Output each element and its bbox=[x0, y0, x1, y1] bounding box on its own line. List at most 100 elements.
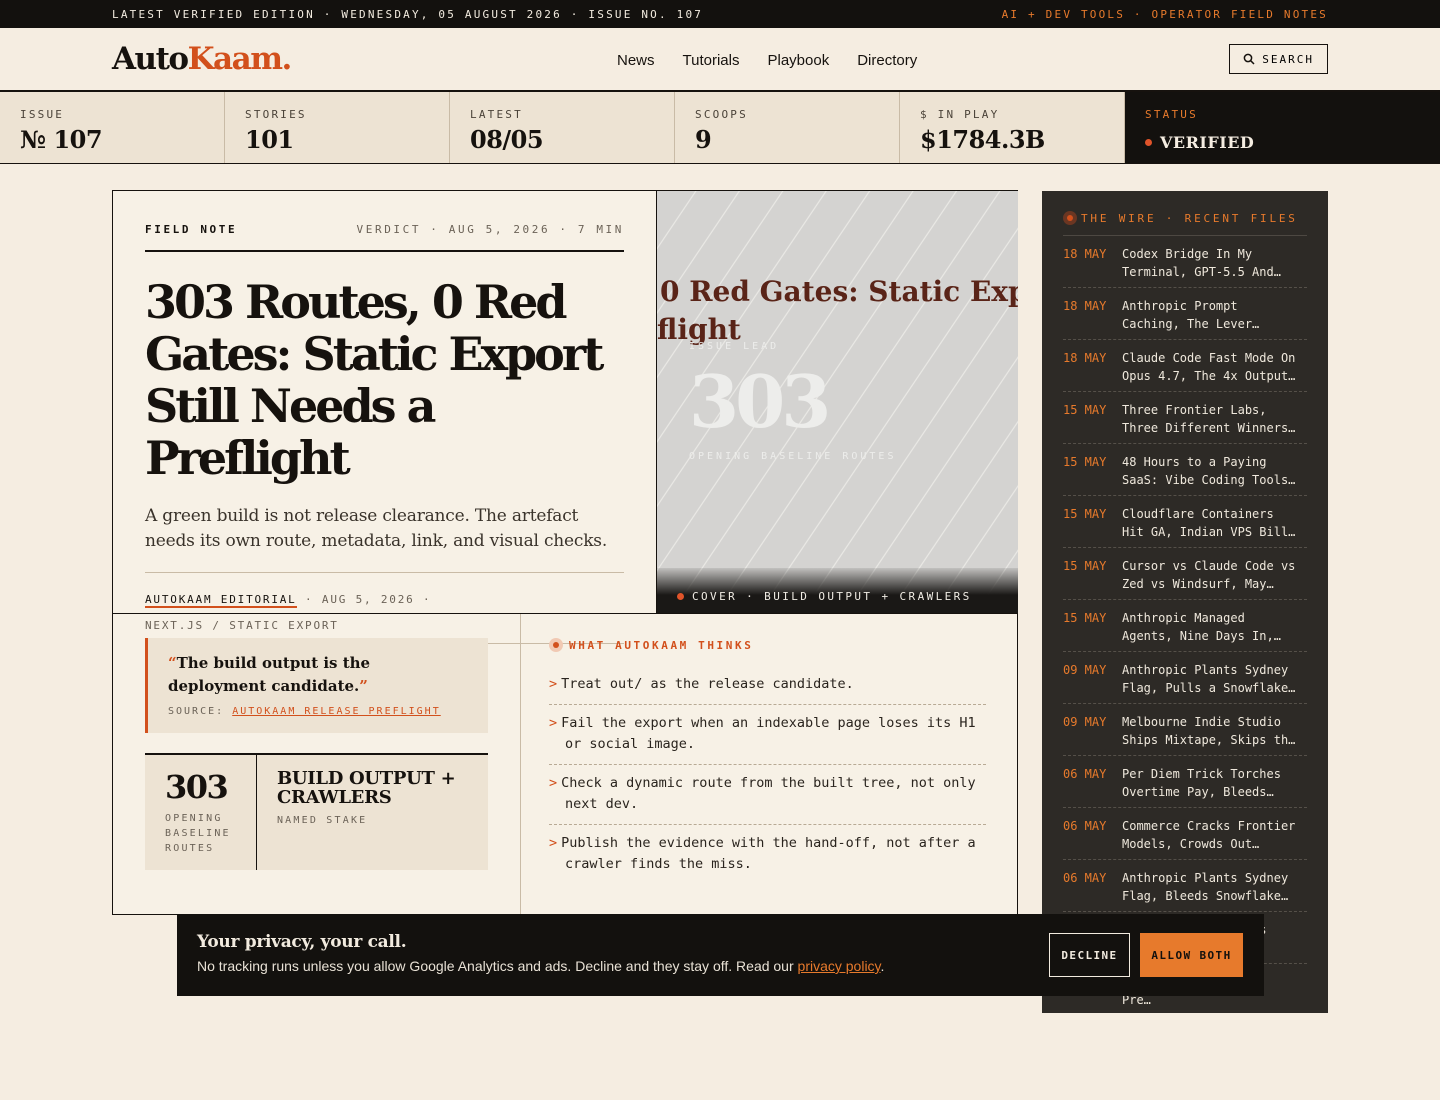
search-label: SEARCH bbox=[1262, 52, 1314, 66]
lead-story-card: FIELD NOTE VERDICT · AUG 5, 2026 · 7 MIN… bbox=[112, 190, 1018, 916]
pull-quote: “The build output is the deployment cand… bbox=[145, 638, 488, 733]
quote-close-mark: ” bbox=[359, 677, 368, 695]
figure-routes: 303 OPENING BASELINE ROUTES bbox=[145, 755, 257, 870]
wire-item[interactable]: 09 MAY Melbourne Indie Studio Ships Mixta… bbox=[1063, 704, 1307, 756]
list-item-text: Check a dynamic route from the built tre… bbox=[561, 775, 976, 812]
quote-body: The build output is the deployment candi… bbox=[168, 654, 371, 695]
search-button[interactable]: SEARCH bbox=[1229, 44, 1328, 74]
wire-item-title: Anthropic Managed Agents, Nine Days In,… bbox=[1122, 611, 1281, 643]
wire-heading: THE WIRE · RECENT FILES bbox=[1063, 211, 1307, 236]
quote-text: “The build output is the deployment cand… bbox=[168, 652, 468, 698]
search-icon bbox=[1243, 53, 1255, 65]
list-item: > Check a dynamic route from the built tr… bbox=[549, 765, 986, 825]
stat-issue: ISSUE № 107 bbox=[0, 92, 225, 163]
wire-item-title: Melbourne Indie Studio Ships Mixtape, Sk… bbox=[1122, 715, 1296, 747]
stat-latest: LATEST 08/05 bbox=[450, 92, 675, 163]
edition-strip: LATEST VERIFIED EDITION · WEDNESDAY, 05 … bbox=[0, 0, 1440, 28]
story-headline[interactable]: 303 Routes, 0 Red Gates: Static Export S… bbox=[145, 276, 624, 484]
nav-directory[interactable]: Directory bbox=[857, 52, 917, 69]
stat-label: LATEST bbox=[470, 108, 523, 121]
figure-stake: BUILD OUTPUT + CRAWLERS NAMED STAKE bbox=[257, 755, 488, 870]
privacy-policy-link[interactable]: privacy policy bbox=[798, 958, 881, 974]
wire-item[interactable]: 06 MAY Per Diem Trick Torches Overtime Pa… bbox=[1063, 756, 1307, 808]
wire-title: THE WIRE · RECENT FILES bbox=[1081, 211, 1298, 225]
edition-info: LATEST VERIFIED EDITION · WEDNESDAY, 05 … bbox=[112, 7, 704, 21]
thinks-title: WHAT AUTOKAAM THINKS bbox=[569, 638, 754, 652]
wire-item[interactable]: 15 MAY Anthropic Managed Agents, Nine Day… bbox=[1063, 600, 1307, 652]
cover-title-line: 0 Red Gates: Static Expo bbox=[660, 275, 1018, 308]
nav-tutorials[interactable]: Tutorials bbox=[683, 52, 740, 69]
wire-item-date: 15 MAY bbox=[1063, 559, 1107, 573]
story-kicker: FIELD NOTE bbox=[145, 223, 238, 236]
wire-item-title: Anthropic Plants Sydney Flag, Bleeds Sno… bbox=[1122, 871, 1289, 903]
wire-item[interactable]: 18 MAY Anthropic Prompt Caching, The Leve… bbox=[1063, 288, 1307, 340]
wire-item-title: Claude Code Fast Mode On Opus 4.7, The 4… bbox=[1122, 351, 1296, 383]
cookie-end: . bbox=[880, 958, 885, 974]
bullet-dot-icon bbox=[549, 638, 563, 652]
wire-item-date: 15 MAY bbox=[1063, 507, 1107, 521]
figure-caption: NAMED STAKE bbox=[276, 815, 368, 826]
thinks-heading: WHAT AUTOKAAM THINKS bbox=[549, 638, 986, 652]
list-item-text: Publish the evidence with the hand-off, … bbox=[561, 835, 976, 872]
lead-meta: FIELD NOTE VERDICT · AUG 5, 2026 · 7 MIN bbox=[145, 223, 624, 252]
status-dot-icon bbox=[1145, 139, 1152, 146]
stat-in-play: $ IN PLAY $1784.3B bbox=[900, 92, 1125, 163]
chevron-right-icon: > bbox=[549, 835, 558, 851]
wire-item[interactable]: 09 MAY Anthropic Plants Sydney Flag, Pull… bbox=[1063, 652, 1307, 704]
decline-button[interactable]: DECLINE bbox=[1049, 933, 1130, 977]
wire-item-date: 18 MAY bbox=[1063, 351, 1107, 365]
wire-item[interactable]: 18 MAY Codex Bridge In My Terminal, GPT-5… bbox=[1063, 236, 1307, 288]
wire-item-title: 48 Hours to a Paying SaaS: Vibe Coding T… bbox=[1122, 455, 1296, 487]
stat-status: STATUS VERIFIED bbox=[1125, 92, 1440, 163]
stat-stories: STORIES 101 bbox=[225, 92, 450, 163]
wire-item[interactable]: 18 MAY Claude Code Fast Mode On Opus 4.7,… bbox=[1063, 340, 1307, 392]
list-item: > Treat out/ as the release candidate. bbox=[549, 666, 986, 705]
stat-scoops: SCOOPS 9 bbox=[675, 92, 900, 163]
wire-item-date: 06 MAY bbox=[1063, 871, 1107, 885]
section-tagline: AI + DEV TOOLS · OPERATOR FIELD NOTES bbox=[1001, 7, 1328, 21]
wire-item[interactable]: 06 MAY Anthropic Plants Sydney Flag, Blee… bbox=[1063, 860, 1307, 912]
chevron-right-icon: > bbox=[549, 676, 558, 692]
cookie-body: No tracking runs unless you allow Google… bbox=[197, 958, 798, 974]
nav-playbook[interactable]: Playbook bbox=[767, 52, 829, 69]
story-details: “The build output is the deployment cand… bbox=[113, 613, 1018, 916]
wire-item-date: 15 MAY bbox=[1063, 611, 1107, 625]
stat-label: STATUS bbox=[1145, 108, 1198, 121]
wire-item[interactable]: 15 MAY Cursor vs Claude Code vs Zed vs Wi… bbox=[1063, 548, 1307, 600]
thinks-column: WHAT AUTOKAAM THINKS > Treat out/ as the … bbox=[521, 614, 1018, 884]
figure-value: BUILD OUTPUT + CRAWLERS bbox=[276, 768, 456, 808]
wire-item-title: Codex Bridge In My Terminal, GPT-5.5 And… bbox=[1122, 247, 1281, 279]
quote-open-mark: “ bbox=[168, 654, 177, 672]
stat-value: 101 bbox=[245, 125, 294, 154]
source-link[interactable]: AUTOKAAM RELEASE PREFLIGHT bbox=[232, 706, 441, 717]
wire-item[interactable]: 06 MAY Commerce Cracks Frontier Models, C… bbox=[1063, 808, 1307, 860]
figure-caption: OPENING BASELINE ROUTES bbox=[165, 813, 231, 854]
wire-item[interactable]: 15 MAY 48 Hours to a Paying SaaS: Vibe Co… bbox=[1063, 444, 1307, 496]
source-label: SOURCE: bbox=[168, 706, 225, 717]
wire-item-date: 09 MAY bbox=[1063, 663, 1107, 677]
cover-image[interactable]: 0 Red Gates: Static Expo flight ISSUE LEA… bbox=[656, 191, 1018, 613]
nav-news[interactable]: News bbox=[617, 52, 655, 69]
list-item: > Fail the export when an indexable page … bbox=[549, 705, 986, 765]
stat-value: $1784.3B bbox=[920, 125, 1045, 154]
author-link[interactable]: AUTOKAAM EDITORIAL bbox=[145, 593, 297, 608]
wire-item[interactable]: 15 MAY Cloudflare Containers Hit GA, Indi… bbox=[1063, 496, 1307, 548]
stat-value: 9 bbox=[695, 125, 712, 154]
stat-value: № 107 bbox=[20, 125, 103, 154]
key-figures: 303 OPENING BASELINE ROUTES BUILD OUTPUT… bbox=[145, 753, 488, 870]
wire-item-title: Three Frontier Labs, Three Different Win… bbox=[1122, 403, 1296, 435]
story-meta: VERDICT · AUG 5, 2026 · 7 MIN bbox=[356, 223, 624, 236]
stat-label: ISSUE bbox=[20, 108, 65, 121]
wire-item[interactable]: 15 MAY Three Frontier Labs, Three Differe… bbox=[1063, 392, 1307, 444]
allow-both-button[interactable]: ALLOW BOTH bbox=[1140, 933, 1243, 977]
chevron-right-icon: > bbox=[549, 715, 558, 731]
story-dek: A green build is not release clearance. … bbox=[145, 504, 624, 573]
logo-auto: Auto bbox=[112, 41, 189, 77]
cookie-actions: DECLINE ALLOW BOTH bbox=[1049, 933, 1243, 977]
stat-label: STORIES bbox=[245, 108, 307, 121]
wire-list: 18 MAY Codex Bridge In My Terminal, GPT-5… bbox=[1063, 236, 1307, 1013]
site-logo[interactable]: AutoKaam. bbox=[112, 41, 292, 77]
figure-value: 303 bbox=[165, 768, 229, 806]
wire-item-date: 15 MAY bbox=[1063, 403, 1107, 417]
quote-source: SOURCE: AUTOKAAM RELEASE PREFLIGHT bbox=[168, 706, 468, 717]
